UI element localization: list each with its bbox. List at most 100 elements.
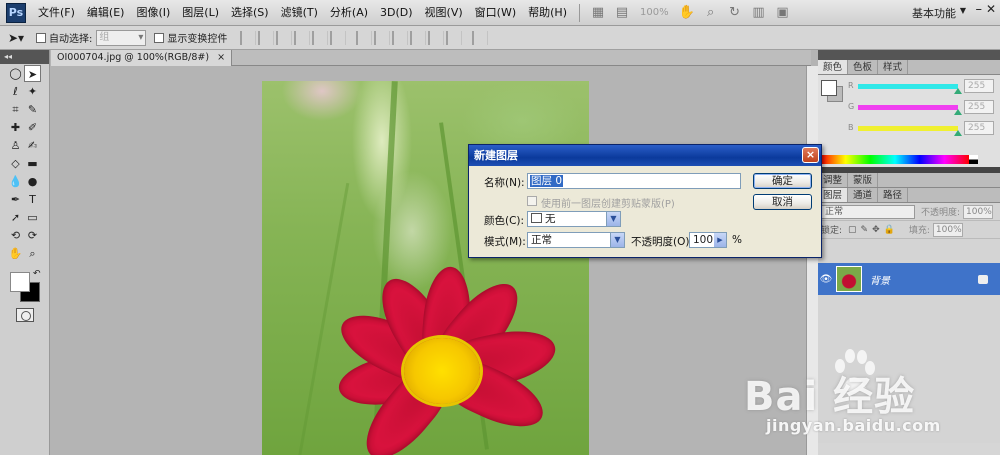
brush-tool-icon[interactable]: ✐: [24, 119, 41, 136]
menu-view[interactable]: 视图(V): [419, 2, 469, 24]
distribute-bottom-icon[interactable]: [392, 30, 409, 45]
opacity-input[interactable]: 100%: [963, 204, 994, 219]
zoom-tool-icon[interactable]: ⌕: [702, 4, 720, 22]
screen-mode-icon[interactable]: ▣: [774, 4, 792, 22]
red-slider-knob[interactable]: [954, 88, 962, 94]
mode-dropdown[interactable]: 正常 ▼: [527, 232, 625, 248]
distribute-left-icon[interactable]: [410, 30, 427, 45]
healing-brush-icon[interactable]: ✚: [7, 119, 24, 136]
eye-icon[interactable]: 👁: [818, 274, 834, 285]
toolbox-collapse-icon[interactable]: ◂◂: [0, 50, 49, 64]
shape-tool-icon[interactable]: ▭: [24, 209, 41, 226]
tab-masks[interactable]: 蒙版: [848, 173, 879, 187]
menu-select[interactable]: 选择(S): [225, 2, 275, 24]
view-extras-icon[interactable]: ▤: [613, 4, 631, 22]
arrange-documents-icon[interactable]: ▥: [750, 4, 768, 22]
distribute-vcenter-icon[interactable]: [374, 30, 391, 45]
close-icon[interactable]: ✕: [986, 2, 996, 16]
distribute-top-icon[interactable]: [356, 30, 373, 45]
eraser-icon[interactable]: ◇: [7, 155, 24, 172]
zoom-level[interactable]: 100%: [640, 7, 669, 18]
swap-colors-icon[interactable]: ↶: [33, 269, 41, 279]
color-spectrum[interactable]: [821, 155, 969, 164]
ok-button[interactable]: 确定: [753, 173, 812, 189]
auto-align-icon[interactable]: [472, 30, 489, 45]
crop-tool-icon[interactable]: ⌗: [7, 101, 24, 118]
close-icon[interactable]: ×: [802, 147, 819, 163]
green-value-input[interactable]: 255: [964, 100, 994, 114]
history-brush-icon[interactable]: ✍: [24, 137, 41, 154]
zoom-tool-icon[interactable]: ⌕: [24, 245, 41, 262]
lock-icons[interactable]: ▢✎✥🔒: [848, 225, 899, 235]
distribute-right-icon[interactable]: [446, 30, 463, 45]
bridge-icon[interactable]: ▦: [589, 4, 607, 22]
auto-select-checkbox[interactable]: [36, 32, 46, 43]
align-right-icon[interactable]: [330, 30, 347, 45]
blue-slider-knob[interactable]: [954, 130, 962, 136]
color-dropdown[interactable]: 无 ▼: [527, 211, 621, 227]
fill-input[interactable]: 100%: [932, 222, 963, 237]
align-top-icon[interactable]: [240, 30, 257, 45]
eyedropper-icon[interactable]: ✎: [24, 101, 41, 118]
menu-file[interactable]: 文件(F): [32, 2, 81, 24]
blend-mode-dropdown[interactable]: 正常: [821, 204, 915, 219]
rotate-view-icon[interactable]: ↻: [726, 4, 744, 22]
tab-layers[interactable]: 图层: [818, 188, 849, 202]
flower-photo[interactable]: [262, 81, 589, 455]
path-select-icon[interactable]: ➚: [7, 209, 24, 226]
chevron-down-icon[interactable]: ▼: [606, 212, 620, 226]
green-slider-knob[interactable]: [954, 109, 962, 115]
clipping-mask-checkbox[interactable]: [527, 196, 537, 206]
gradient-tool-icon[interactable]: ▬: [24, 155, 41, 172]
red-slider-track[interactable]: [858, 84, 958, 89]
tab-adjustments[interactable]: 调整: [818, 173, 849, 187]
blue-slider-track[interactable]: [858, 126, 958, 131]
tab-color[interactable]: 颜色: [818, 60, 849, 74]
hand-tool-icon[interactable]: ✋: [7, 245, 24, 262]
hand-tool-icon[interactable]: ✋: [678, 4, 696, 22]
show-transform-checkbox[interactable]: [154, 32, 165, 43]
align-bottom-icon[interactable]: [276, 30, 293, 45]
cancel-button[interactable]: 取消: [753, 194, 812, 210]
layer-name-input[interactable]: 图层 0: [527, 173, 741, 189]
close-icon[interactable]: ×: [217, 52, 225, 63]
3d-rotate-icon[interactable]: ⟲: [7, 227, 24, 244]
menu-image[interactable]: 图像(I): [130, 2, 176, 24]
align-vcenter-icon[interactable]: [258, 30, 275, 45]
clone-stamp-icon[interactable]: ♙: [7, 137, 24, 154]
red-value-input[interactable]: 255: [964, 79, 994, 93]
document-tab[interactable]: OI000704.jpg @ 100%(RGB/8#) ×: [51, 50, 233, 66]
move-tool-icon[interactable]: ➤: [24, 64, 41, 82]
menu-filter[interactable]: 滤镜(T): [275, 2, 324, 24]
foreground-color-swatch[interactable]: [10, 272, 30, 292]
distribute-hcenter-icon[interactable]: [428, 30, 445, 45]
auto-select-dropdown[interactable]: 组: [96, 29, 147, 46]
minimize-icon[interactable]: –: [976, 2, 983, 17]
opacity-slider-icon[interactable]: ▶: [714, 233, 726, 247]
blue-value-input[interactable]: 255: [964, 121, 994, 135]
pen-tool-icon[interactable]: ✒: [7, 191, 24, 208]
workspace-switcher[interactable]: 基本功能: [912, 5, 956, 21]
menu-layer[interactable]: 图层(L): [176, 2, 225, 24]
tab-styles[interactable]: 样式: [878, 60, 909, 74]
type-tool-icon[interactable]: T: [24, 191, 41, 208]
menu-window[interactable]: 窗口(W): [469, 2, 522, 24]
green-slider-track[interactable]: [858, 105, 958, 110]
dialog-title-bar[interactable]: 新建图层 ×: [469, 145, 821, 166]
menu-3d[interactable]: 3D(D): [374, 2, 419, 24]
align-left-icon[interactable]: [294, 30, 311, 45]
blur-tool-icon[interactable]: 💧: [7, 173, 24, 190]
3d-orbit-icon[interactable]: ⟳: [24, 227, 41, 244]
move-tool-preset-icon[interactable]: ➤▾: [8, 31, 36, 45]
layer-name[interactable]: 背景: [870, 272, 978, 287]
lasso-tool-icon[interactable]: ℓ: [7, 83, 24, 100]
menu-help[interactable]: 帮助(H): [522, 2, 573, 24]
align-hcenter-icon[interactable]: [312, 30, 329, 45]
menu-analysis[interactable]: 分析(A): [324, 2, 374, 24]
menu-edit[interactable]: 编辑(E): [81, 2, 131, 24]
magic-wand-icon[interactable]: ✦: [24, 83, 41, 100]
tab-channels[interactable]: 通道: [848, 188, 879, 202]
layer-row-background[interactable]: 👁 背景: [818, 263, 1000, 295]
marquee-tool-icon[interactable]: ◯: [7, 65, 24, 82]
tab-paths[interactable]: 路径: [878, 188, 909, 202]
